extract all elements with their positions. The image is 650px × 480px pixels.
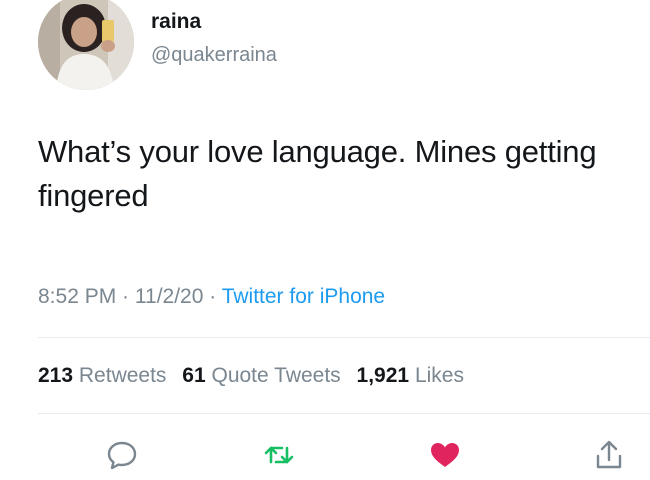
- divider: [38, 337, 650, 338]
- share-button[interactable]: [592, 438, 626, 472]
- retweets-stat[interactable]: 213 Retweets: [38, 364, 166, 387]
- quotes-stat[interactable]: 61 Quote Tweets: [182, 364, 340, 387]
- tweet-stats: 213 Retweets 61 Quote Tweets 1,921 Likes: [38, 364, 464, 388]
- tweet-time[interactable]: 8:52 PM: [38, 285, 116, 308]
- retweet-icon: [264, 446, 294, 464]
- meta-separator: ·: [116, 285, 135, 308]
- heart-icon: [431, 443, 459, 467]
- tweet-card: raina @quakerraina What’s your love lang…: [0, 0, 650, 480]
- retweets-label: Retweets: [78, 364, 167, 387]
- user-handle[interactable]: @quakerraina: [151, 44, 277, 67]
- reply-button[interactable]: [105, 438, 139, 472]
- tweet-meta: 8:52 PM · 11/2/20 · Twitter for iPhone: [38, 285, 385, 309]
- retweets-count: 213: [38, 364, 74, 387]
- tweet-date[interactable]: 11/2/20: [135, 285, 204, 308]
- action-bar: [0, 430, 650, 480]
- likes-label: Likes: [414, 364, 464, 387]
- tweet-header: raina @quakerraina: [38, 0, 598, 92]
- reply-icon: [107, 441, 137, 470]
- quotes-label: Quote Tweets: [211, 364, 341, 387]
- display-name[interactable]: raina: [151, 10, 201, 34]
- tweet-source[interactable]: Twitter for iPhone: [222, 285, 385, 308]
- like-button[interactable]: [428, 438, 462, 472]
- avatar[interactable]: [38, 0, 134, 90]
- likes-stat[interactable]: 1,921 Likes: [357, 364, 464, 387]
- divider: [38, 413, 650, 414]
- retweet-button[interactable]: [262, 438, 296, 472]
- avatar-image: [38, 0, 134, 90]
- meta-separator: ·: [203, 285, 222, 308]
- quotes-count: 61: [182, 364, 206, 387]
- share-icon: [596, 440, 622, 469]
- likes-count: 1,921: [356, 364, 410, 387]
- tweet-text: What’s your love language. Mines getting…: [38, 134, 597, 213]
